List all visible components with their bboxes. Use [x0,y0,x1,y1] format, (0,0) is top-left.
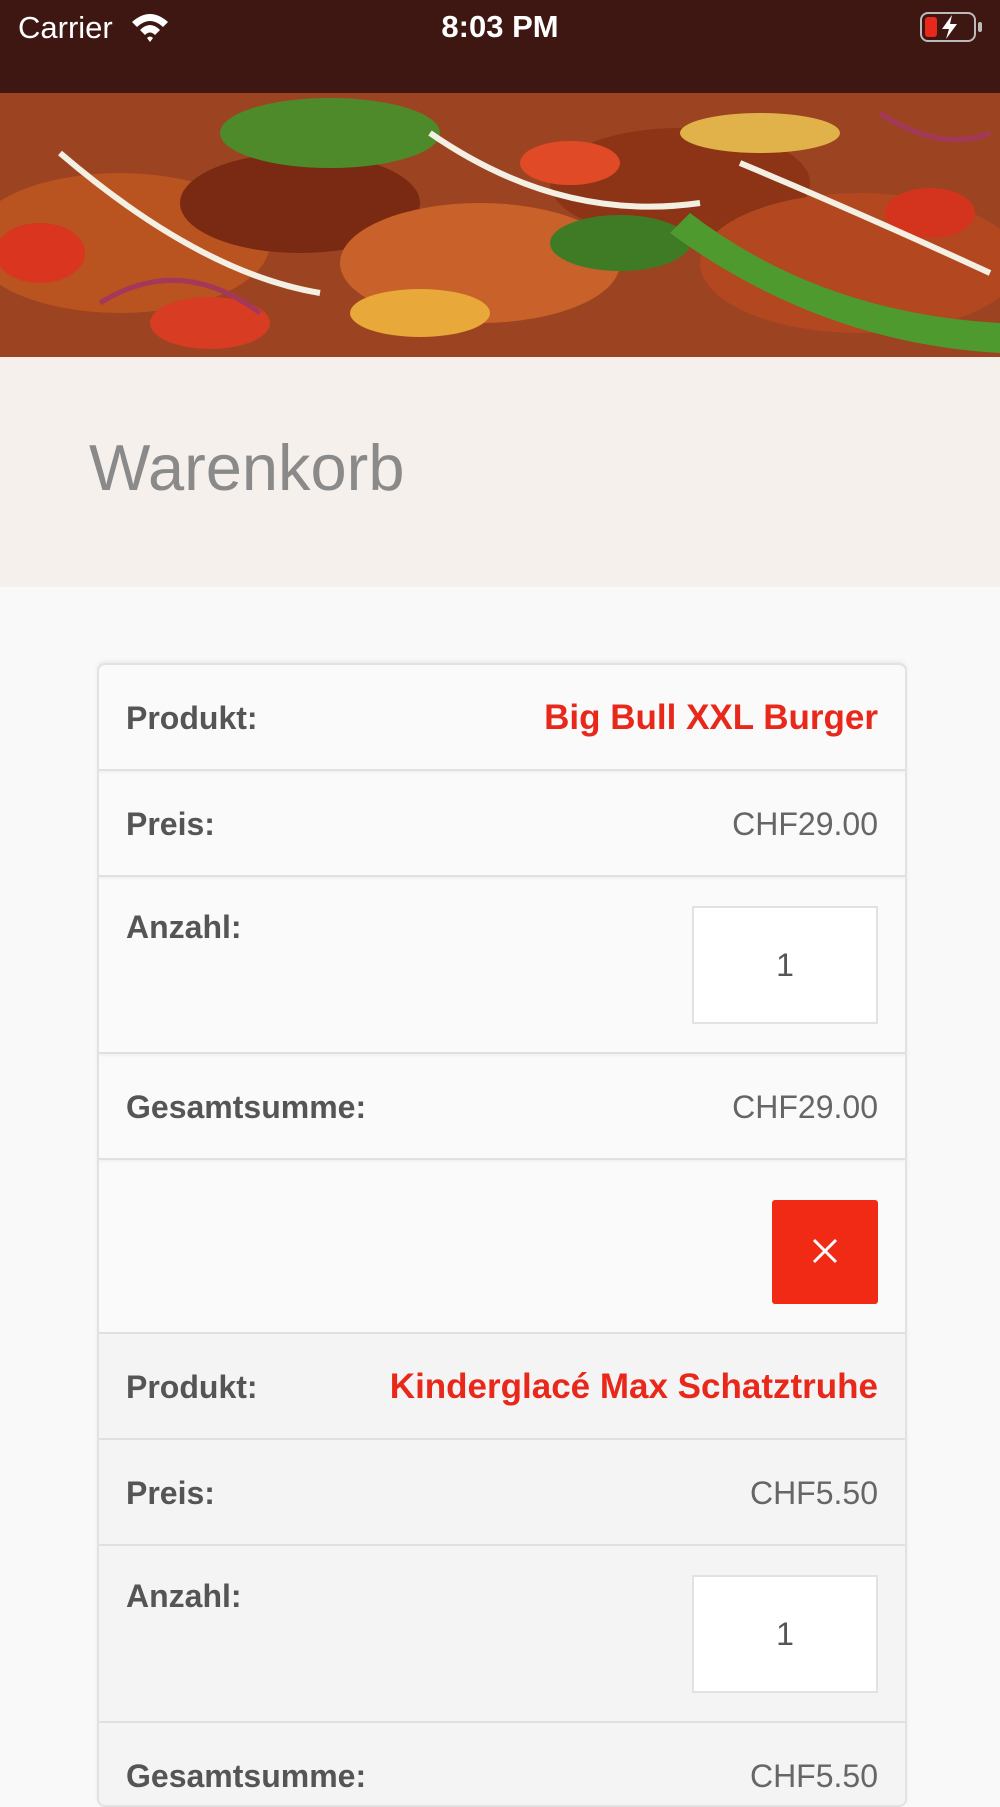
total-value: CHF5.50 [749,1758,878,1794]
close-icon [811,1237,839,1268]
price-label: Preis: [126,806,215,842]
price-row: Preis: CHF29.00 [99,771,905,877]
quantity-row: Anzahl: [99,1546,905,1723]
total-label: Gesamtsumme: [126,1089,367,1125]
status-bar: Carrier 8:03 PM [0,0,1000,93]
status-time: 8:03 PM [441,9,559,44]
food-banner-image [0,93,1000,357]
quantity-input[interactable] [692,1575,878,1693]
page-title: Warenkorb [89,431,405,504]
price-value: CHF5.50 [749,1475,878,1511]
product-name[interactable]: Kinderglacé Max Schatztruhe [390,1334,878,1440]
remove-item-button[interactable] [772,1200,878,1304]
quantity-label: Anzahl: [126,1578,242,1614]
total-value: CHF29.00 [732,1089,878,1125]
total-row: Gesamtsumme: CHF5.50 [99,1723,905,1805]
total-label: Gesamtsumme: [126,1758,367,1794]
cart-item: Produkt: Kinderglacé Max Schatztruhe Pre… [99,1334,905,1805]
cart-table: Produkt: Big Bull XXL Burger Preis: CHF2… [97,663,907,1807]
delete-row [99,1160,905,1334]
price-label: Preis: [126,1475,215,1511]
quantity-label: Anzahl: [126,909,242,945]
product-label: Produkt: [126,700,258,736]
quantity-input[interactable] [692,906,878,1024]
price-row: Preis: CHF5.50 [99,1440,905,1546]
price-value: CHF29.00 [732,806,878,842]
product-row: Produkt: Kinderglacé Max Schatztruhe [99,1334,905,1440]
total-row: Gesamtsumme: CHF29.00 [99,1054,905,1160]
quantity-row: Anzahl: [99,877,905,1054]
battery-charging-icon [920,12,984,42]
cart-item: Produkt: Big Bull XXL Burger Preis: CHF2… [99,665,905,1334]
product-label: Produkt: [126,1369,258,1405]
product-name[interactable]: Big Bull XXL Burger [544,665,878,771]
product-row: Produkt: Big Bull XXL Burger [99,665,905,771]
